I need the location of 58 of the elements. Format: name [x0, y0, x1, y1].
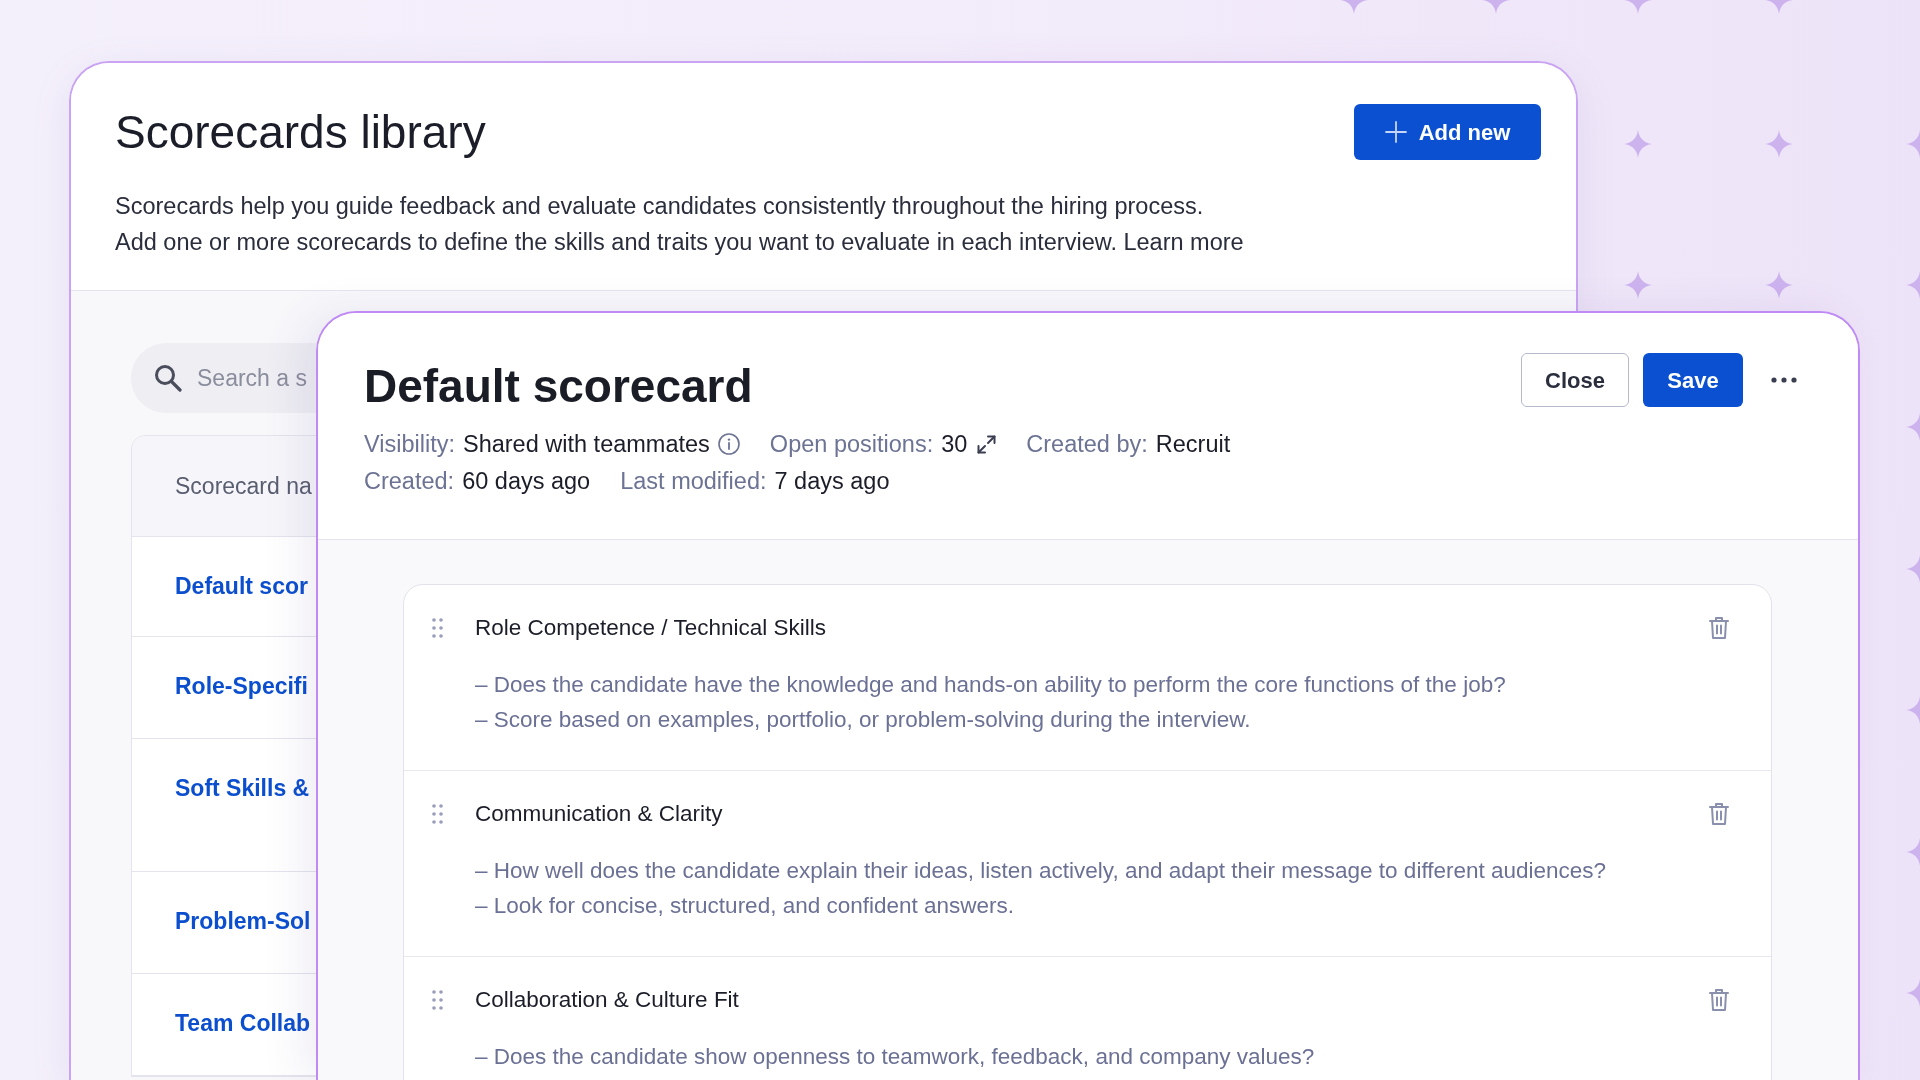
sparkle-icon [1906, 413, 1920, 441]
criterion-description: – Look for concise, structured, and confident answers. [475, 892, 1016, 920]
sparkle-icon [1906, 838, 1920, 866]
scorecard-link[interactable]: Soft Skills & [175, 775, 310, 801]
criterion-description: – How well does the candidate explain their ideas, listen actively, and adapt their message to different audiences? [475, 857, 1608, 885]
meta-label: Created: [364, 467, 455, 496]
add-new-button[interactable]: Add new [1354, 104, 1541, 160]
close-button[interactable]: Close [1521, 353, 1629, 407]
scorecard-link[interactable]: Role-Specifi [175, 673, 308, 699]
meta-value: Recruit [1155, 430, 1231, 459]
criterion-description: – Does the candidate have the knowledge and hands-on ability to perform the core functions of the job? [475, 671, 1507, 699]
sparkle-icon [1765, 130, 1793, 158]
meta-value: 60 days ago [462, 467, 591, 496]
trash-icon[interactable] [1709, 616, 1729, 640]
description-text: Add one or more scorecards to define the skills and traits you want to evaluate in each interview. Learn more [115, 228, 1245, 257]
sparkle-icon [1624, 0, 1652, 14]
sparkle-icon [1906, 271, 1920, 299]
expand-icon[interactable] [977, 434, 997, 454]
column-header: Scorecard na [175, 472, 312, 501]
meta-label: Visibility: [364, 430, 455, 459]
description-text: Scorecards help you guide feedback and evaluate candidates consistently throughout the hiring process. [115, 192, 1205, 221]
drag-handle-icon[interactable] [432, 804, 443, 824]
sparkle-icon [1624, 130, 1652, 158]
drag-handle-icon[interactable] [432, 618, 443, 638]
scorecard-link[interactable]: Default scor [175, 573, 308, 599]
scorecard-title: Default scorecard [364, 359, 754, 414]
criterion-description: – Does the candidate show openness to teamwork, feedback, and company values? [475, 1043, 1316, 1071]
sparkle-icon [1765, 271, 1793, 299]
plus-icon [1384, 121, 1407, 143]
meta-label: Created by: [1026, 430, 1148, 459]
scorecard-link[interactable]: Problem-Sol [175, 908, 311, 934]
drag-handle-icon[interactable] [432, 990, 443, 1010]
search-icon [154, 364, 182, 392]
sparkle-icon [1906, 555, 1920, 583]
more-options-icon[interactable] [1771, 377, 1797, 383]
meta-label: Last modified: [620, 467, 767, 496]
criterion-title: Communication & Clarity [475, 800, 723, 828]
scorecard-link[interactable]: Team Collab [175, 1010, 311, 1036]
criterion-description: – Score based on examples, portfolio, or problem-solving during the interview. [475, 706, 1252, 734]
sparkle-icon [1340, 0, 1368, 14]
meta-value: 30 [941, 430, 968, 459]
sparkle-icon [1906, 979, 1920, 1007]
criterion-title: Collaboration & Culture Fit [475, 986, 739, 1014]
criterion-title: Role Competence / Technical Skills [475, 614, 826, 642]
meta-value: 7 days ago [774, 467, 890, 496]
info-icon[interactable] [717, 433, 740, 455]
sparkle-icon [1765, 0, 1793, 14]
sparkle-icon [1906, 696, 1920, 724]
trash-icon[interactable] [1709, 802, 1729, 826]
sparkle-icon [1624, 271, 1652, 299]
meta-label: Open positions: [769, 430, 934, 459]
search-field[interactable]: Search a s [131, 343, 316, 413]
sparkle-icon [1482, 0, 1510, 14]
trash-icon[interactable] [1709, 988, 1729, 1012]
page-title: Scorecards library [115, 105, 486, 160]
meta-value: Shared with teammates [463, 430, 710, 459]
save-button[interactable]: Save [1643, 353, 1743, 407]
sparkle-icon [1906, 130, 1920, 158]
